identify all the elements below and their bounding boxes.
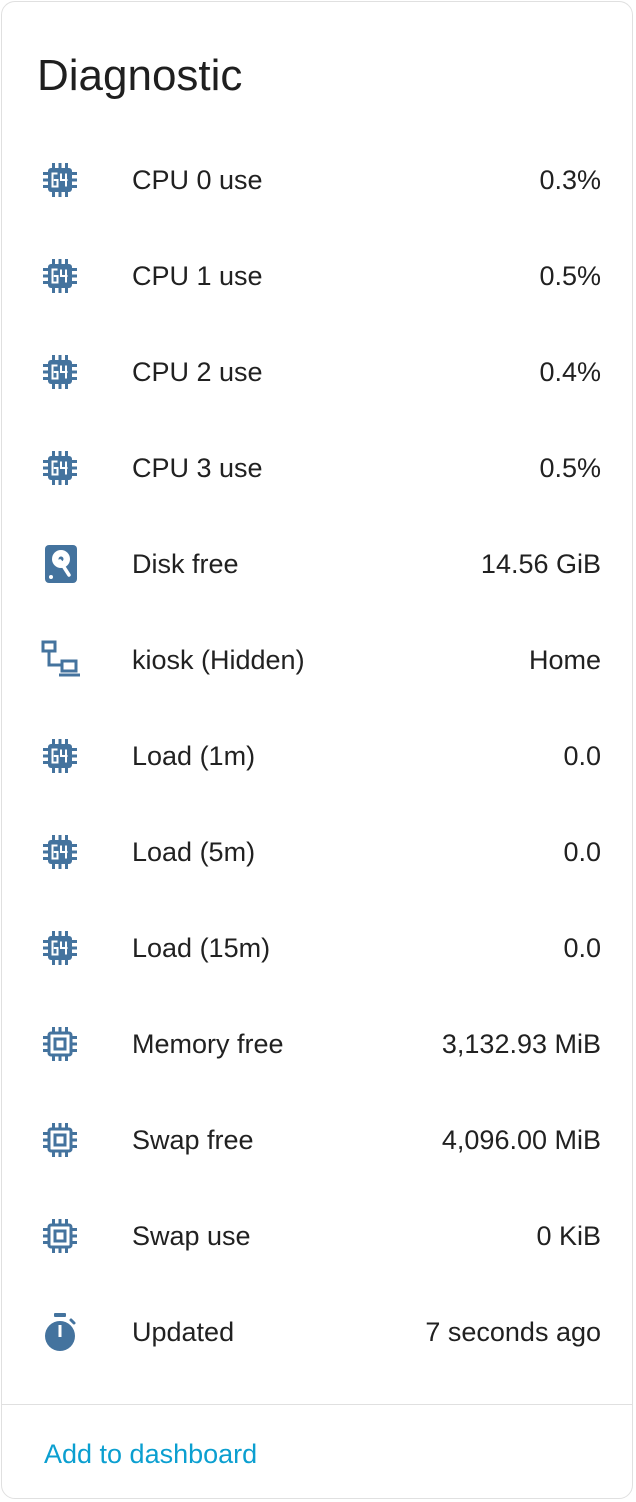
entity-row-swap-free[interactable]: Swap free 4,096.00 MiB bbox=[2, 1092, 634, 1188]
entity-label: Load (5m) bbox=[132, 837, 256, 867]
entity-label: Swap free bbox=[132, 1125, 254, 1155]
entity-value: Home bbox=[528, 645, 601, 675]
entity-label: CPU 3 use bbox=[132, 453, 263, 483]
entity-row-load-15m[interactable]: Load (15m) 0.0 bbox=[2, 900, 634, 996]
entity-value: 7 seconds ago bbox=[425, 1317, 601, 1347]
footer-divider bbox=[2, 1404, 632, 1405]
cpu-64-bit-icon bbox=[40, 256, 80, 296]
cpu-64-bit-icon bbox=[40, 832, 80, 872]
entity-list: CPU 0 use 0.3% CPU 1 use 0.5% CPU 2 use … bbox=[2, 132, 634, 1380]
entity-row-memory-free[interactable]: Memory free 3,132.93 MiB bbox=[2, 996, 634, 1092]
entity-value: 0.5% bbox=[539, 261, 601, 291]
card-title: Diagnostic bbox=[37, 51, 243, 100]
entity-row-cpu-2-use[interactable]: CPU 2 use 0.4% bbox=[2, 324, 634, 420]
cpu-64-bit-icon bbox=[40, 736, 80, 776]
entity-row-cpu-0-use[interactable]: CPU 0 use 0.3% bbox=[2, 132, 634, 228]
entity-row-cpu-1-use[interactable]: CPU 1 use 0.5% bbox=[2, 228, 634, 324]
entity-value: 0 KiB bbox=[536, 1221, 601, 1251]
entity-label: kiosk (Hidden) bbox=[132, 645, 305, 675]
entity-row-disk-free[interactable]: Disk free 14.56 GiB bbox=[2, 516, 634, 612]
entity-row-swap-use[interactable]: Swap use 0 KiB bbox=[2, 1188, 634, 1284]
entity-row-load-5m[interactable]: Load (5m) 0.0 bbox=[2, 804, 634, 900]
cpu-64-bit-icon bbox=[40, 448, 80, 488]
entity-value: 3,132.93 MiB bbox=[441, 1029, 601, 1059]
add-to-dashboard-button[interactable]: Add to dashboard bbox=[44, 1434, 257, 1474]
entity-value: 0.4% bbox=[539, 357, 601, 387]
entity-label: Memory free bbox=[132, 1029, 284, 1059]
entity-label: CPU 0 use bbox=[132, 165, 263, 195]
entity-label: Load (1m) bbox=[132, 741, 256, 771]
memory-icon bbox=[40, 1216, 80, 1256]
entity-row-cpu-3-use[interactable]: CPU 3 use 0.5% bbox=[2, 420, 634, 516]
entity-label: Updated bbox=[132, 1317, 235, 1347]
entity-label: Disk free bbox=[132, 549, 239, 579]
entity-value: 0.0 bbox=[563, 837, 601, 867]
cpu-64-bit-icon bbox=[40, 352, 80, 392]
harddisk-icon bbox=[40, 544, 80, 584]
entity-row-load-1m[interactable]: Load (1m) 0.0 bbox=[2, 708, 634, 804]
entity-value: 14.56 GiB bbox=[480, 549, 601, 579]
entity-label: CPU 1 use bbox=[132, 261, 263, 291]
entity-value: 0.0 bbox=[563, 741, 601, 771]
lan-icon bbox=[40, 640, 80, 680]
entity-value: 4,096.00 MiB bbox=[441, 1125, 601, 1155]
entity-label: Swap use bbox=[132, 1221, 251, 1251]
cpu-64-bit-icon bbox=[40, 928, 80, 968]
entity-label: CPU 2 use bbox=[132, 357, 263, 387]
memory-icon bbox=[40, 1120, 80, 1160]
cpu-64-bit-icon bbox=[40, 160, 80, 200]
entity-value: 0.5% bbox=[539, 453, 601, 483]
entity-value: 0.3% bbox=[539, 165, 601, 195]
diagnostic-card: Diagnostic CPU 0 use 0.3% CPU 1 use 0.5%… bbox=[1, 1, 633, 1499]
memory-icon bbox=[40, 1024, 80, 1064]
entity-row-kiosk[interactable]: kiosk (Hidden) Home bbox=[2, 612, 634, 708]
entity-value: 0.0 bbox=[563, 933, 601, 963]
entity-label: Load (15m) bbox=[132, 933, 271, 963]
entity-row-updated[interactable]: Updated 7 seconds ago bbox=[2, 1284, 634, 1380]
timer-icon bbox=[40, 1312, 80, 1352]
